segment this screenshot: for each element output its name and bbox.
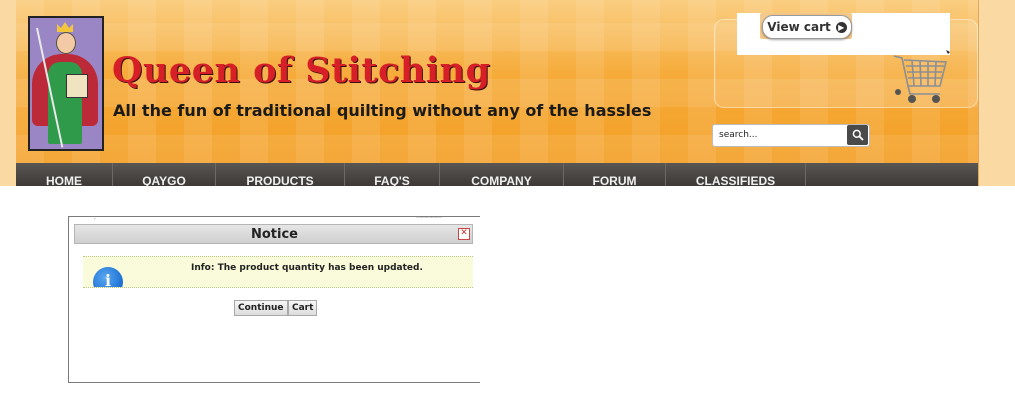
dialog-titlebar[interactable]: Notice bbox=[74, 224, 473, 244]
nav-item-label: COMPANY bbox=[471, 174, 532, 188]
dialog-residue-text: …………… bbox=[416, 213, 442, 220]
nav-item-forum[interactable]: FORUM bbox=[564, 163, 666, 188]
site-tagline: All the fun of traditional quilting with… bbox=[113, 101, 652, 120]
info-message: Info: The product quantity has been upda… bbox=[191, 263, 423, 273]
search-input[interactable] bbox=[719, 127, 847, 143]
dialog-title: Notice bbox=[250, 227, 298, 242]
view-cart-button[interactable]: View cart ▶ bbox=[762, 15, 852, 39]
nav-item-classifieds[interactable]: CLASSIFIEDS bbox=[666, 163, 806, 188]
page-margin-right bbox=[978, 0, 1015, 186]
nav-item-products[interactable]: PRODUCTS bbox=[216, 163, 345, 188]
dialog-residue-mark: , bbox=[94, 214, 96, 221]
nav-item-label: FAQ'S bbox=[374, 174, 410, 188]
nav-item-faqs[interactable]: FAQ'S bbox=[345, 163, 440, 188]
nav-item-qaygo[interactable]: QAYGO bbox=[113, 163, 216, 188]
main-nav: HOME QAYGO PRODUCTS FAQ'S COMPANY FORUM … bbox=[16, 163, 978, 188]
nav-item-label: QAYGO bbox=[142, 174, 186, 188]
site-header: Queen of Stitching All the fun of tradit… bbox=[0, 0, 1015, 186]
search-icon bbox=[852, 129, 864, 141]
close-icon[interactable]: ✕ bbox=[458, 228, 470, 240]
queen-logo-head bbox=[56, 32, 76, 54]
queen-logo[interactable] bbox=[28, 16, 104, 151]
nav-item-label: FORUM bbox=[592, 174, 637, 188]
nav-item-label: PRODUCTS bbox=[246, 174, 314, 188]
cart-button[interactable]: Cart bbox=[288, 300, 318, 316]
info-message-box: i Info: The product quantity has been up… bbox=[83, 256, 473, 288]
arrow-right-circle-icon: ▶ bbox=[835, 21, 847, 33]
book-icon bbox=[66, 74, 88, 98]
site-title[interactable]: Queen of Stitching bbox=[112, 50, 491, 91]
page-margin-left bbox=[0, 0, 16, 186]
nav-item-label: HOME bbox=[46, 174, 82, 188]
continue-button[interactable]: Continue bbox=[234, 300, 288, 316]
crown-icon bbox=[57, 22, 73, 32]
nav-item-company[interactable]: COMPANY bbox=[440, 163, 564, 188]
nav-item-label: CLASSIFIEDS bbox=[695, 174, 776, 188]
nav-item-home[interactable]: HOME bbox=[16, 163, 113, 188]
view-cart-label: View cart bbox=[767, 20, 831, 34]
search-button[interactable] bbox=[847, 125, 868, 145]
shopping-cart-icon[interactable] bbox=[888, 46, 952, 110]
info-icon: i bbox=[93, 267, 123, 287]
